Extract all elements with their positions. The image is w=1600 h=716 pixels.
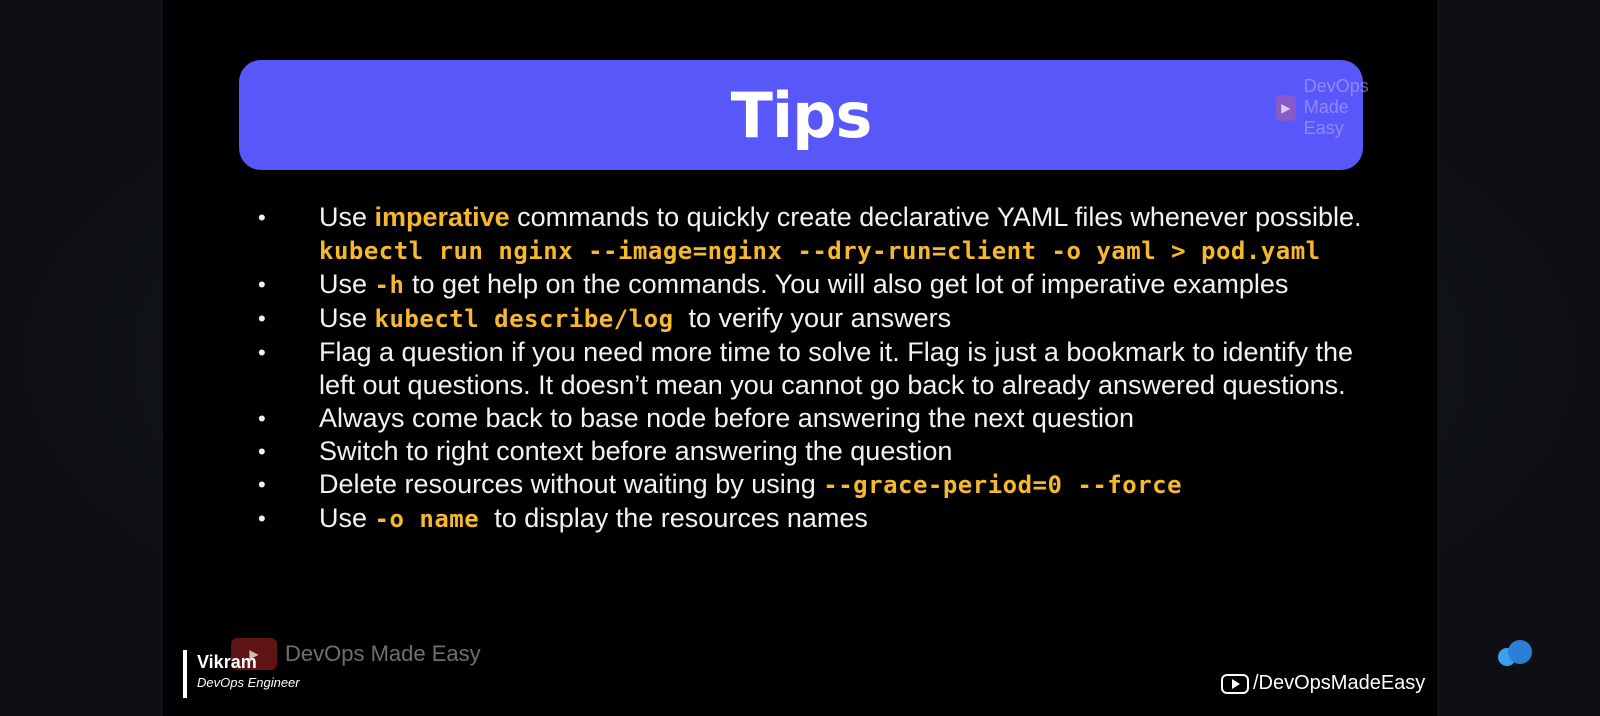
- tip-keyword: imperative: [374, 202, 510, 232]
- presenter-lower-third: Vikram DevOps Engineer: [183, 650, 300, 698]
- channel-handle: /DevOpsMadeEasy: [1221, 672, 1425, 695]
- tip-item: • Use -o name to display the resources na…: [247, 502, 1367, 536]
- tip-command: -h: [374, 271, 405, 299]
- tip-text: Switch to right context before answering…: [319, 436, 953, 466]
- tip-text: Use: [319, 303, 375, 333]
- tip-item: • Switch to right context before answerin…: [247, 435, 1367, 468]
- bullet-icon: •: [258, 439, 266, 464]
- bullet-icon: •: [258, 272, 266, 297]
- presentation-slide: Tips ▶ DevOps Made Easy • Use imperative …: [163, 0, 1437, 716]
- tip-text: Use: [319, 269, 375, 299]
- tip-item: • Delete resources without waiting by usi…: [247, 468, 1367, 502]
- channel-handle-text: /DevOpsMadeEasy: [1253, 672, 1426, 694]
- tip-text: to display the resources names: [479, 503, 868, 533]
- tip-item: • Use imperative commands to quickly crea…: [247, 201, 1367, 268]
- tip-text: Flag a question if you need more time to…: [319, 337, 1361, 400]
- tip-command: kubectl run nginx --image=nginx --dry-ru…: [319, 237, 1321, 265]
- watermark-text: DevOps Made Easy: [285, 641, 481, 666]
- tip-item: • Always come back to base node before an…: [247, 402, 1367, 435]
- tip-text: Use: [319, 202, 375, 232]
- slide-title: Tips: [730, 79, 873, 152]
- bullet-icon: •: [258, 406, 266, 431]
- play-icon: ▶: [1276, 94, 1296, 121]
- tips-list: • Use imperative commands to quickly crea…: [247, 201, 1367, 536]
- tip-command: kubectl describe/log: [374, 305, 674, 333]
- tip-item: • Use -h to get help on the commands. You…: [247, 268, 1367, 302]
- bullet-icon: •: [258, 472, 266, 497]
- bullet-icon: •: [258, 306, 266, 331]
- tip-text: to get help on the commands. You will al…: [404, 269, 1289, 299]
- presenter-name: Vikram: [197, 652, 257, 672]
- bullet-icon: •: [258, 340, 266, 365]
- cloud-icon: [1498, 640, 1534, 666]
- youtube-icon: [1221, 673, 1249, 694]
- bullet-icon: •: [258, 205, 266, 230]
- tip-text: Always come back to base node before ans…: [319, 403, 1134, 433]
- tip-text: Use: [319, 503, 375, 533]
- tip-command: --grace-period=0 --force: [823, 471, 1183, 499]
- tip-text: to verify your answers: [673, 303, 952, 333]
- channel-watermark-top: ▶ DevOps Made Easy: [1276, 76, 1387, 139]
- tip-item: • Flag a question if you need more time t…: [247, 336, 1367, 402]
- title-banner: Tips ▶ DevOps Made Easy: [239, 60, 1369, 170]
- watermark-text: DevOps Made Easy: [1303, 76, 1369, 138]
- tip-command: -o name: [374, 505, 480, 533]
- tip-item: • Use kubectl describe/log to verify your…: [247, 302, 1367, 336]
- tip-text: Delete resources without waiting by usin…: [319, 469, 824, 499]
- presenter-role: DevOps Engineer: [197, 675, 300, 690]
- bullet-icon: •: [258, 506, 266, 531]
- tip-text: commands to quickly create declarative Y…: [509, 202, 1370, 232]
